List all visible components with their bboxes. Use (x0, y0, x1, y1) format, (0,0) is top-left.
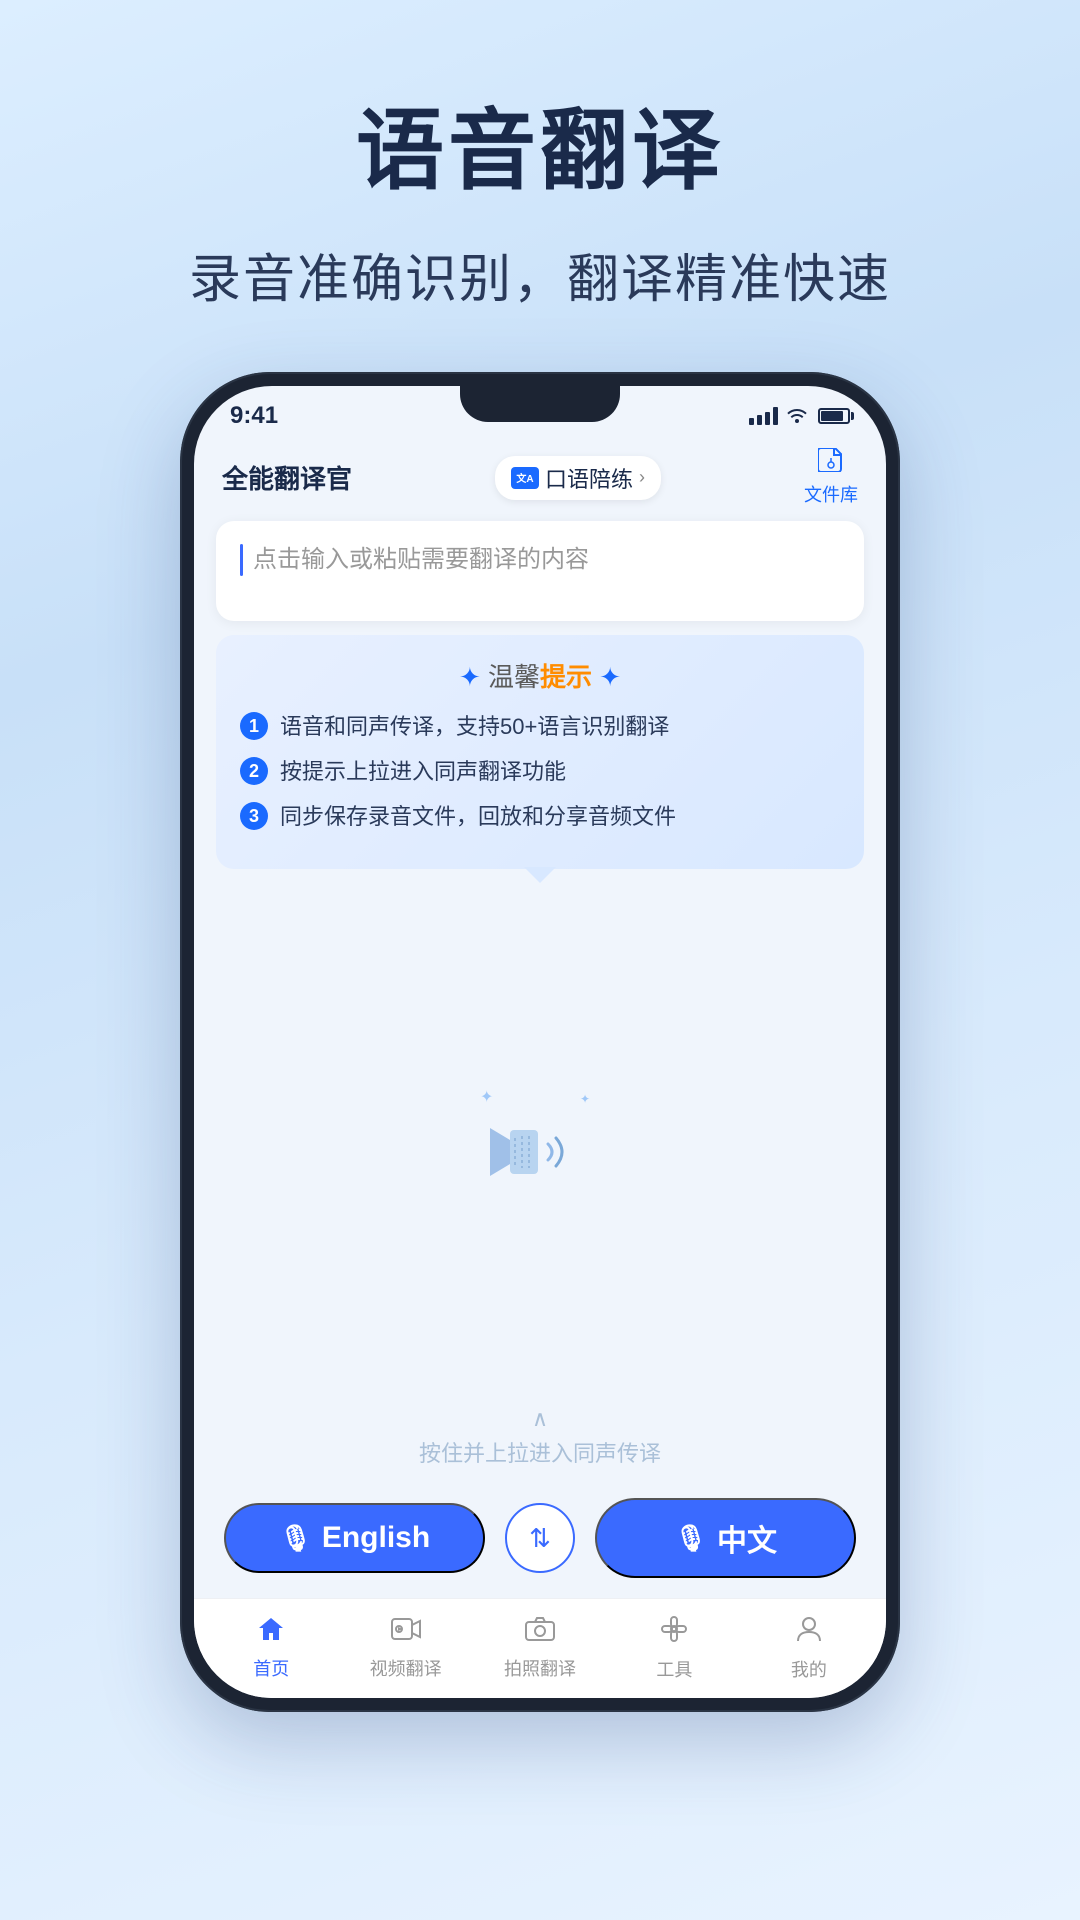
nav-item-me[interactable]: 我的 (742, 1615, 876, 1682)
nav-item-video[interactable]: 视频翻译 (338, 1616, 472, 1681)
english-button[interactable]: 🎙 English (224, 1503, 485, 1573)
phone-notch (460, 386, 620, 422)
file-lib-button[interactable]: 文件库 (804, 448, 858, 507)
swipe-arrow-icon: ∧ (194, 1406, 886, 1432)
video-icon (391, 1616, 421, 1649)
tips-item-2: 2 按提示上拉进入同声翻译功能 (240, 755, 840, 788)
tips-item-3: 3 同步保存录音文件，回放和分享音频文件 (240, 800, 840, 833)
nav-label-home: 首页 (253, 1655, 289, 1681)
nav-item-photo[interactable]: 拍照翻译 (473, 1616, 607, 1681)
page-title: 语音翻译 (189, 80, 891, 207)
oral-label: 口语陪练 (545, 462, 633, 494)
signal-icon (749, 407, 778, 425)
swap-icon: ⇅ (529, 1523, 551, 1554)
nav-item-tools[interactable]: 工具 (607, 1615, 741, 1682)
sparkle-2: ✦ (580, 1092, 590, 1106)
app-header: 全能翻译官 文A 口语陪练 › (194, 438, 886, 521)
tips-num-3: 3 (240, 802, 268, 830)
phone-inner: 9:41 (194, 386, 886, 1698)
swap-language-button[interactable]: ⇅ (505, 1503, 575, 1573)
app-title: 全能翻译官 (222, 459, 352, 496)
file-lib-text: 文件库 (804, 481, 858, 507)
mic-icon-chinese: 🎙 (674, 1523, 707, 1554)
tips-text-1: 语音和同声传译，支持50+语言识别翻译 (280, 710, 669, 743)
tools-icon (660, 1615, 688, 1650)
tips-box: ✦ 温馨提示 ✦ 1 语音和同声传译，支持50+语言识别翻译 2 按提示上拉进入… (216, 635, 864, 869)
tips-num-2: 2 (240, 757, 268, 785)
nav-label-me: 我的 (791, 1656, 827, 1682)
translation-input-area[interactable]: 点击输入或粘贴需要翻译的内容 (216, 521, 864, 621)
status-time: 9:41 (230, 402, 278, 430)
sparkle-1: ✦ (480, 1087, 493, 1107)
speaker-area: ✦ ✦ (194, 887, 886, 1396)
chinese-label: 中文 (717, 1516, 777, 1560)
speaker-icon: ✦ ✦ (475, 1097, 605, 1207)
phone-outer: 9:41 (180, 372, 900, 1712)
oral-practice-button[interactable]: 文A 口语陪练 › (495, 456, 661, 500)
user-icon (796, 1615, 822, 1650)
tips-title: ✦ 温馨提示 ✦ (240, 657, 840, 694)
swipe-hint: ∧ 按住并上拉进入同声传译 (194, 1396, 886, 1482)
swipe-hint-text: 按住并上拉进入同声传译 (194, 1436, 886, 1468)
camera-icon (525, 1616, 555, 1649)
input-placeholder: 点击输入或粘贴需要翻译的内容 (253, 543, 589, 577)
wifi-icon (786, 405, 808, 428)
home-icon (257, 1616, 285, 1649)
nav-label-video: 视频翻译 (370, 1655, 442, 1681)
tips-text-3: 同步保存录音文件，回放和分享音频文件 (280, 800, 676, 833)
tips-item-1: 1 语音和同声传译，支持50+语言识别翻译 (240, 710, 840, 743)
nav-label-tools: 工具 (656, 1656, 692, 1682)
nav-item-home[interactable]: 首页 (204, 1616, 338, 1681)
chevron-right-icon: › (639, 467, 645, 488)
mic-icon-english: 🎙 (279, 1523, 312, 1554)
bottom-buttons: 🎙 English ⇅ 🎙 中文 (194, 1482, 886, 1598)
speaker-svg (480, 1102, 600, 1202)
tips-num-1: 1 (240, 712, 268, 740)
file-lib-icon (818, 448, 844, 478)
battery-icon (818, 408, 850, 424)
tips-text-2: 按提示上拉进入同声翻译功能 (280, 755, 566, 788)
input-content: 点击输入或粘贴需要翻译的内容 (240, 543, 840, 577)
page-subtitle: 录音准确识别，翻译精准快速 (189, 237, 891, 312)
cursor-bar (240, 544, 243, 576)
bottom-nav: 首页 视频翻译 (194, 1598, 886, 1698)
english-label: English (322, 1521, 430, 1555)
page-header: 语音翻译 录音准确识别，翻译精准快速 (189, 80, 891, 312)
chinese-button[interactable]: 🎙 中文 (595, 1498, 856, 1578)
nav-label-photo: 拍照翻译 (504, 1655, 576, 1681)
translate-badge-icon: 文A (511, 467, 539, 489)
status-icons (749, 405, 850, 428)
phone-mockup: 9:41 (180, 372, 900, 1712)
